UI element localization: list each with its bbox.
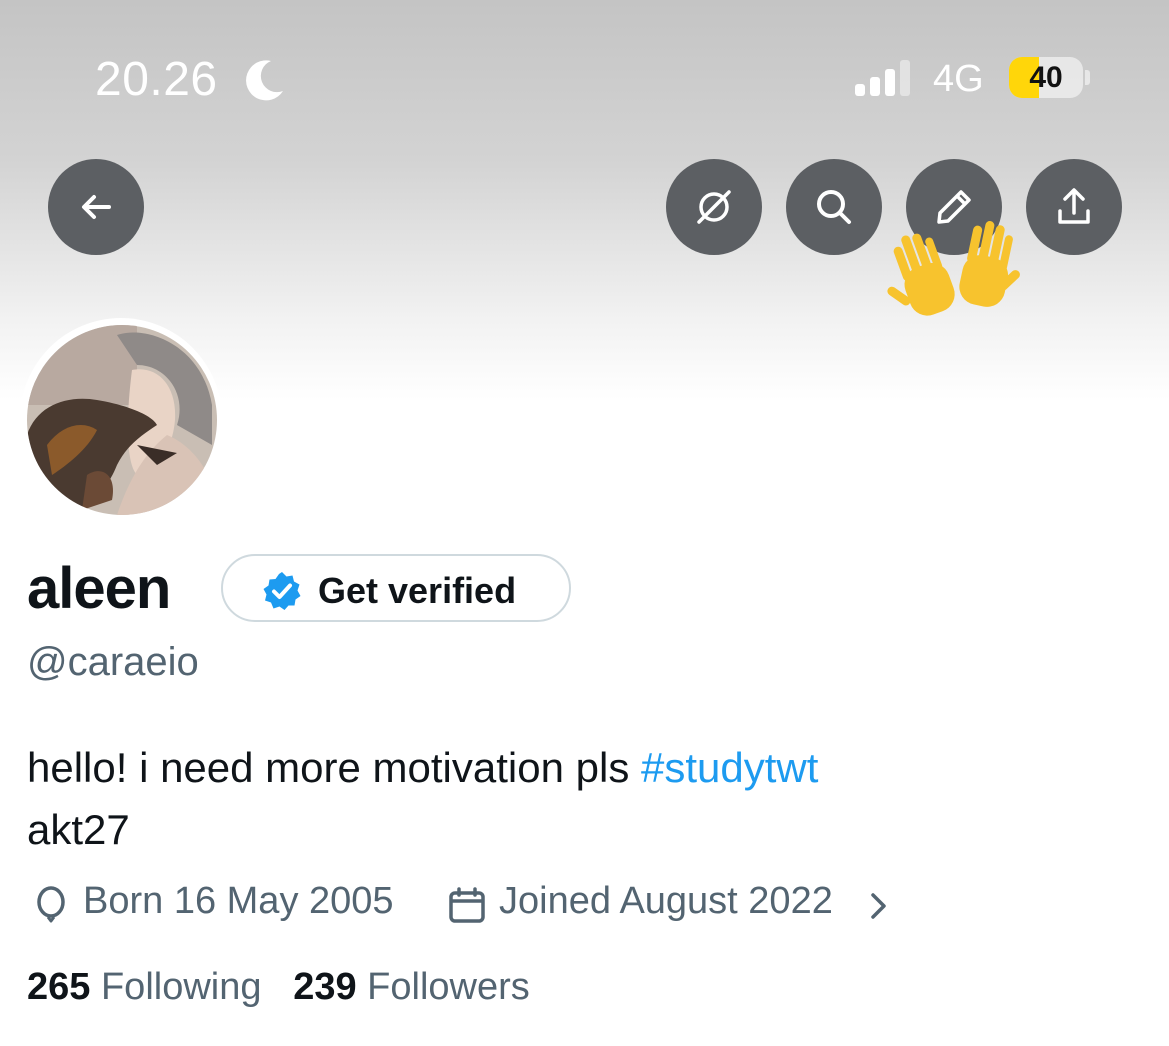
signal-icon [855,60,910,96]
network-type: 4G [933,58,984,100]
verified-badge-icon [263,572,301,610]
get-verified-label: Get verified [318,570,517,611]
search-icon [817,190,851,224]
followers-link[interactable]: 239 Followers [293,966,530,1008]
profile-bio: hello! i need more motivation pls #study… [27,737,818,861]
share-icon [1058,188,1090,224]
profile-handle: @caraeio [27,640,199,684]
following-link[interactable]: 265 Following [27,966,262,1008]
moon-icon [246,60,283,101]
following-label: Following [100,966,262,1008]
bio-text: hello! i need more motivation pls [27,744,641,791]
followers-count: 239 [293,966,357,1008]
search-button[interactable] [786,159,882,255]
following-count: 265 [27,966,91,1008]
raised-hands-emoji [887,221,1020,316]
bio-hashtag-link[interactable]: #studytwt [641,744,818,791]
follow-stats: 265 Following 239 Followers [27,966,530,1009]
balloon-icon [37,886,65,923]
status-time: 20.26 [95,53,218,106]
chevron-right-icon[interactable] [863,886,893,926]
share-button[interactable] [1026,159,1122,255]
joined-date-link[interactable]: Joined August 2022 [499,880,833,923]
grok-button[interactable] [666,159,762,255]
bio-line-2: akt27 [27,806,130,853]
battery-cap [1085,70,1090,85]
display-name: aleen [27,556,171,621]
back-button[interactable] [48,159,144,255]
back-arrow-icon [82,195,111,219]
calendar-icon [449,887,485,923]
birth-date: Born 16 May 2005 [83,880,394,922]
grok-icon [697,190,731,224]
avatar[interactable] [27,325,217,515]
followers-label: Followers [367,966,530,1008]
get-verified-button[interactable]: Get verified [221,554,571,622]
avatar-photo [27,325,217,515]
battery-icon: 40 [1009,57,1083,98]
battery-percentage: 40 [1029,61,1063,94]
